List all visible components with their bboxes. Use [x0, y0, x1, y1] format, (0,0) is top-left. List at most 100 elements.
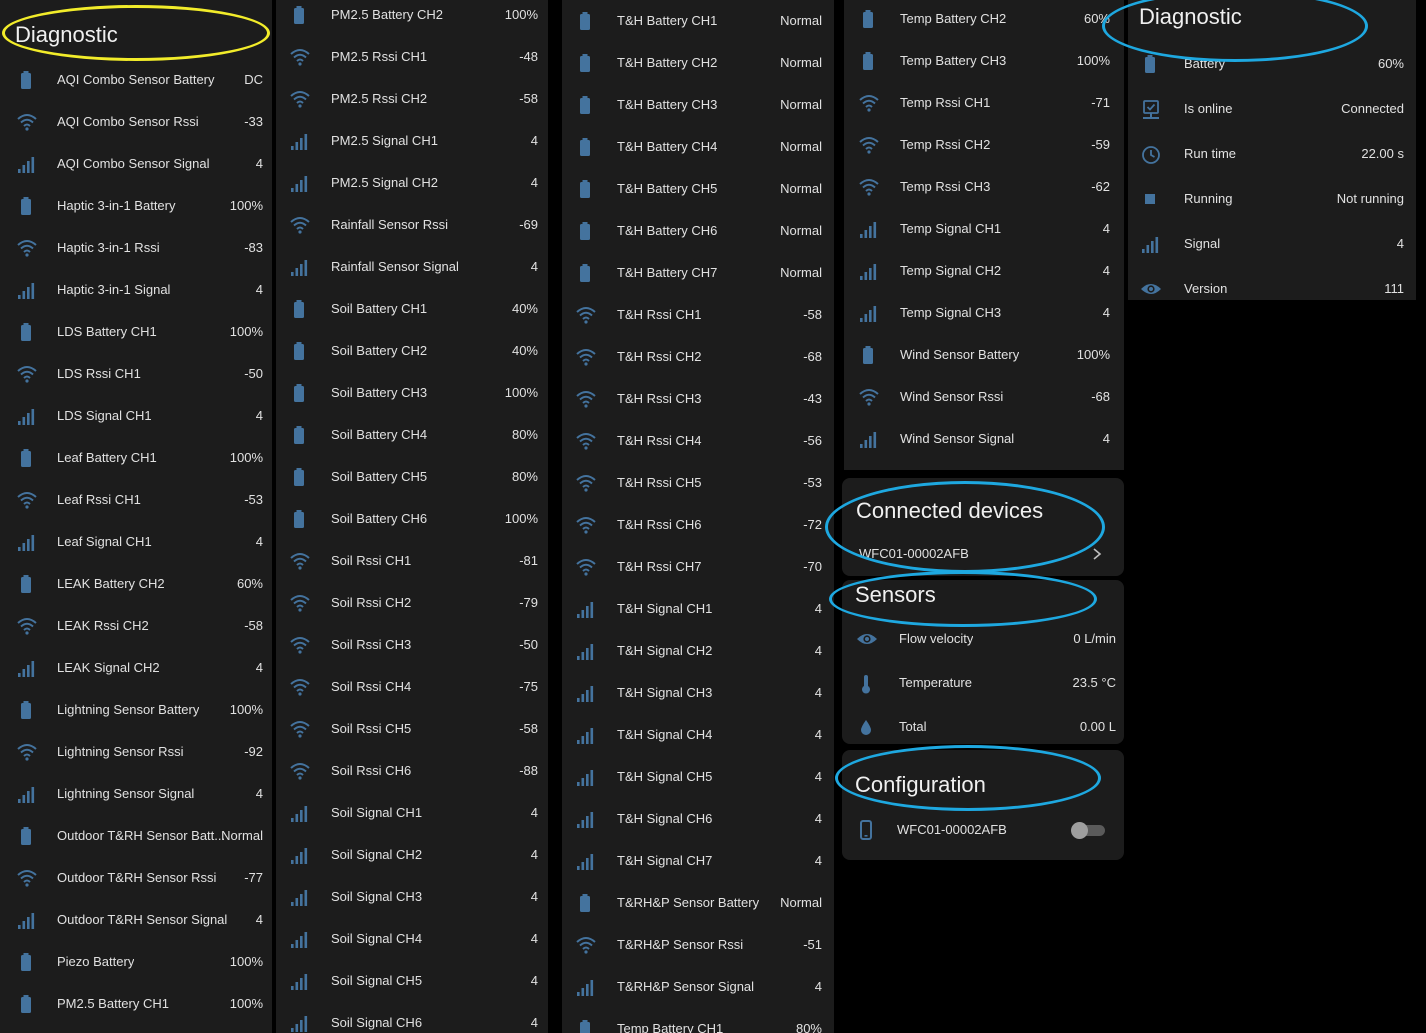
entity-row[interactable]: T&H Rssi CH5 -53	[562, 462, 834, 504]
entity-row[interactable]: Haptic 3-in-1 Rssi -83	[0, 227, 272, 269]
entity-row[interactable]: Temp Signal CH1 4	[844, 208, 1124, 250]
entity-row[interactable]: Soil Rssi CH4 -75	[276, 666, 548, 708]
entity-row[interactable]: T&H Battery CH3 Normal	[562, 84, 834, 126]
entity-row[interactable]: Rainfall Sensor Signal 4	[276, 246, 548, 288]
entity-row[interactable]: Is online Connected	[1128, 88, 1416, 130]
entity-row[interactable]: T&H Signal CH1 4	[562, 588, 834, 630]
entity-row[interactable]: T&H Battery CH7 Normal	[562, 252, 834, 294]
entity-row[interactable]: Soil Rssi CH6 -88	[276, 750, 548, 792]
entity-row[interactable]: Outdoor T&RH Sensor Batt... Normal	[0, 815, 272, 857]
entity-row[interactable]: PM2.5 Battery CH2 100%	[276, 0, 548, 36]
signal-icon	[575, 725, 595, 745]
entity-row[interactable]: Total 0.00 L	[842, 706, 1124, 744]
entity-row[interactable]: PM2.5 Rssi CH1 -48	[276, 36, 548, 78]
entity-row[interactable]: Soil Battery CH5 80%	[276, 456, 548, 498]
entity-row[interactable]: AQI Combo Sensor Rssi -33	[0, 101, 272, 143]
entity-row[interactable]: Outdoor T&RH Sensor Signal 4	[0, 899, 272, 941]
entity-row[interactable]: LEAK Battery CH2 60%	[0, 563, 272, 605]
entity-row[interactable]: Soil Signal CH3 4	[276, 876, 548, 918]
entity-row[interactable]: Temp Rssi CH2 -59	[844, 124, 1124, 166]
entity-row[interactable]: T&H Rssi CH2 -68	[562, 336, 834, 378]
entity-row[interactable]: Soil Signal CH4 4	[276, 918, 548, 960]
entity-row[interactable]: LEAK Signal CH2 4	[0, 647, 272, 689]
entity-row[interactable]: T&H Rssi CH3 -43	[562, 378, 834, 420]
entity-row[interactable]: Temp Rssi CH3 -62	[844, 166, 1124, 208]
entity-row[interactable]: Temp Battery CH3 100%	[844, 40, 1124, 82]
entity-row[interactable]: Temp Signal CH3 4	[844, 292, 1124, 334]
configuration-toggle[interactable]	[1071, 822, 1105, 839]
entity-row[interactable]: Version 111	[1128, 268, 1416, 300]
entity-row[interactable]: AQI Combo Sensor Battery DC	[0, 59, 272, 101]
entity-row[interactable]: T&H Signal CH7 4	[562, 840, 834, 882]
entity-row[interactable]: Soil Rssi CH1 -81	[276, 540, 548, 582]
battery-icon	[858, 51, 878, 71]
entity-row[interactable]: Soil Rssi CH3 -50	[276, 624, 548, 666]
entity-row[interactable]: T&H Battery CH2 Normal	[562, 42, 834, 84]
entity-row[interactable]: Running Not running	[1128, 178, 1416, 220]
entity-row[interactable]: Soil Signal CH6 4	[276, 1002, 548, 1033]
entity-name: Temperature	[899, 675, 972, 690]
entity-row[interactable]: T&H Rssi CH7 -70	[562, 546, 834, 588]
entity-row[interactable]: Wind Sensor Battery 100%	[844, 334, 1124, 376]
entity-row[interactable]: Temp Battery CH2 60%	[844, 0, 1124, 40]
entity-row[interactable]: Wind Sensor Signal 4	[844, 418, 1124, 460]
entity-row[interactable]: T&H Battery CH1 Normal	[562, 0, 834, 42]
entity-row[interactable]: Soil Battery CH6 100%	[276, 498, 548, 540]
entity-row[interactable]: Soil Battery CH2 40%	[276, 330, 548, 372]
entity-row[interactable]: T&RH&P Sensor Rssi -51	[562, 924, 834, 966]
entity-value: -71	[1091, 95, 1110, 110]
entity-row[interactable]: Piezo Battery 100%	[0, 941, 272, 983]
entity-row[interactable]: Temp Signal CH2 4	[844, 250, 1124, 292]
entity-row[interactable]: T&H Signal CH5 4	[562, 756, 834, 798]
entity-row[interactable]: Soil Battery CH3 100%	[276, 372, 548, 414]
entity-row[interactable]: Soil Signal CH2 4	[276, 834, 548, 876]
entity-row[interactable]: Temp Rssi CH1 -71	[844, 82, 1124, 124]
signal-icon	[575, 683, 595, 703]
entity-row[interactable]: Lightning Sensor Battery 100%	[0, 689, 272, 731]
entity-row[interactable]: Soil Battery CH4 80%	[276, 414, 548, 456]
entity-row[interactable]: Soil Rssi CH5 -58	[276, 708, 548, 750]
entity-row[interactable]: Soil Rssi CH2 -79	[276, 582, 548, 624]
entity-row[interactable]: Soil Battery CH1 40%	[276, 288, 548, 330]
entity-row[interactable]: T&H Signal CH4 4	[562, 714, 834, 756]
entity-row[interactable]: Wind Sensor Rssi -68	[844, 376, 1124, 418]
entity-row[interactable]: T&H Signal CH6 4	[562, 798, 834, 840]
entity-row[interactable]: Outdoor T&RH Sensor Rssi -77	[0, 857, 272, 899]
entity-row[interactable]: T&H Battery CH6 Normal	[562, 210, 834, 252]
entity-row[interactable]: Temp Battery CH1 80%	[562, 1008, 834, 1033]
entity-row[interactable]: PM2.5 Signal CH1 4	[276, 120, 548, 162]
entity-row[interactable]: Soil Signal CH5 4	[276, 960, 548, 1002]
entity-row[interactable]: PM2.5 Battery CH1 100%	[0, 983, 272, 1025]
entity-row[interactable]: Soil Signal CH1 4	[276, 792, 548, 834]
entity-row[interactable]: Haptic 3-in-1 Battery 100%	[0, 185, 272, 227]
entity-row[interactable]: Temperature 23.5 °C	[842, 662, 1124, 704]
entity-row[interactable]: T&RH&P Sensor Battery Normal	[562, 882, 834, 924]
entity-row[interactable]: Flow velocity 0 L/min	[842, 618, 1124, 660]
entity-row[interactable]: T&H Signal CH2 4	[562, 630, 834, 672]
entity-row[interactable]: T&H Rssi CH6 -72	[562, 504, 834, 546]
entity-row[interactable]: LDS Battery CH1 100%	[0, 311, 272, 353]
entity-row[interactable]: PM2.5 Signal CH2 4	[276, 162, 548, 204]
entity-row[interactable]: Signal 4	[1128, 223, 1416, 265]
entity-row[interactable]: T&H Rssi CH1 -58	[562, 294, 834, 336]
entity-row[interactable]: LDS Signal CH1 4	[0, 395, 272, 437]
entity-row[interactable]: Lightning Sensor Rssi -92	[0, 731, 272, 773]
entity-row[interactable]: LDS Rssi CH1 -50	[0, 353, 272, 395]
entity-row[interactable]: Lightning Sensor Signal 4	[0, 773, 272, 815]
entity-row[interactable]: Leaf Signal CH1 4	[0, 521, 272, 563]
entity-row[interactable]: Battery 60%	[1128, 43, 1416, 85]
entity-row[interactable]: T&H Battery CH5 Normal	[562, 168, 834, 210]
entity-row[interactable]: Haptic 3-in-1 Signal 4	[0, 269, 272, 311]
entity-row[interactable]: PM2.5 Rssi CH2 -58	[276, 78, 548, 120]
entity-row[interactable]: LEAK Rssi CH2 -58	[0, 605, 272, 647]
entity-row[interactable]: T&RH&P Sensor Signal 4	[562, 966, 834, 1008]
entity-row[interactable]: Run time 22.00 s	[1128, 133, 1416, 175]
entity-row[interactable]: Rainfall Sensor Rssi -69	[276, 204, 548, 246]
connected-device-link[interactable]: WFC01-00002AFB	[842, 540, 1124, 570]
entity-row[interactable]: T&H Rssi CH4 -56	[562, 420, 834, 462]
entity-row[interactable]: AQI Combo Sensor Signal 4	[0, 143, 272, 185]
entity-row[interactable]: T&H Battery CH4 Normal	[562, 126, 834, 168]
entity-row[interactable]: T&H Signal CH3 4	[562, 672, 834, 714]
entity-row[interactable]: Leaf Rssi CH1 -53	[0, 479, 272, 521]
entity-row[interactable]: Leaf Battery CH1 100%	[0, 437, 272, 479]
